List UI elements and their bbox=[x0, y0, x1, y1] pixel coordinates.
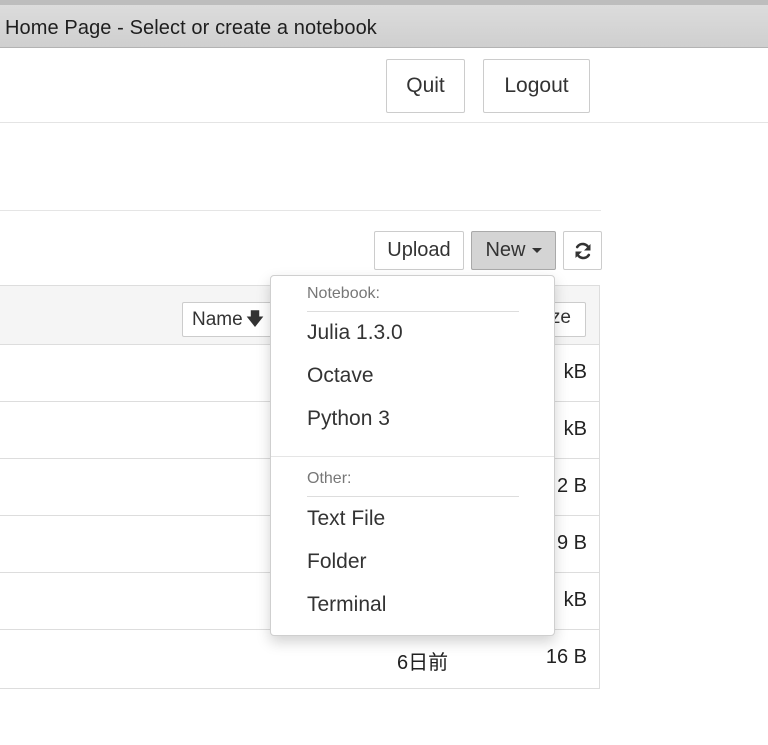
file-size: 2 B bbox=[556, 475, 587, 497]
upload-button[interactable]: Upload bbox=[374, 231, 464, 270]
file-size: kB bbox=[563, 418, 587, 440]
refresh-icon bbox=[575, 242, 590, 259]
menu-item-julia[interactable]: Julia 1.3.0 bbox=[307, 321, 403, 345]
file-row[interactable]: 6日前 16 B bbox=[0, 630, 599, 687]
sort-by-name-button[interactable]: Name 🡇 bbox=[182, 302, 282, 337]
file-modified: 6日前 bbox=[397, 652, 449, 674]
quit-button[interactable]: Quit bbox=[386, 59, 465, 113]
menu-header-other: Other: bbox=[307, 470, 352, 487]
file-size: kB bbox=[563, 589, 587, 611]
menu-item-octave[interactable]: Octave bbox=[307, 364, 374, 388]
file-size: kB bbox=[563, 361, 587, 383]
sort-name-label: Name bbox=[192, 309, 243, 330]
toolbar-divider bbox=[0, 210, 601, 211]
file-size: 16 B bbox=[545, 646, 587, 668]
arrow-down-icon: 🡇 bbox=[245, 309, 265, 329]
caret-down-icon bbox=[531, 248, 542, 253]
new-dropdown-menu: Notebook: Julia 1.3.0 Octave Python 3 Ot… bbox=[270, 275, 555, 636]
menu-item-text-file[interactable]: Text File bbox=[307, 507, 385, 531]
menu-item-python3[interactable]: Python 3 bbox=[307, 407, 390, 431]
menu-item-folder[interactable]: Folder bbox=[307, 550, 367, 574]
window-title: Home Page - Select or create a notebook bbox=[5, 17, 377, 39]
menu-header-underline bbox=[307, 311, 519, 312]
window-titlebar: Home Page - Select or create a notebook bbox=[0, 0, 768, 48]
logout-button[interactable]: Logout bbox=[483, 59, 590, 113]
menu-item-terminal[interactable]: Terminal bbox=[307, 593, 386, 617]
menu-header-underline bbox=[307, 496, 519, 497]
new-dropdown-button[interactable]: New bbox=[471, 231, 556, 270]
refresh-button[interactable] bbox=[563, 231, 602, 270]
menu-header-notebook: Notebook: bbox=[307, 285, 380, 302]
new-button-label: New bbox=[485, 239, 526, 261]
menu-divider bbox=[271, 456, 554, 457]
header-divider bbox=[0, 122, 768, 123]
file-size: 9 B bbox=[556, 532, 587, 554]
